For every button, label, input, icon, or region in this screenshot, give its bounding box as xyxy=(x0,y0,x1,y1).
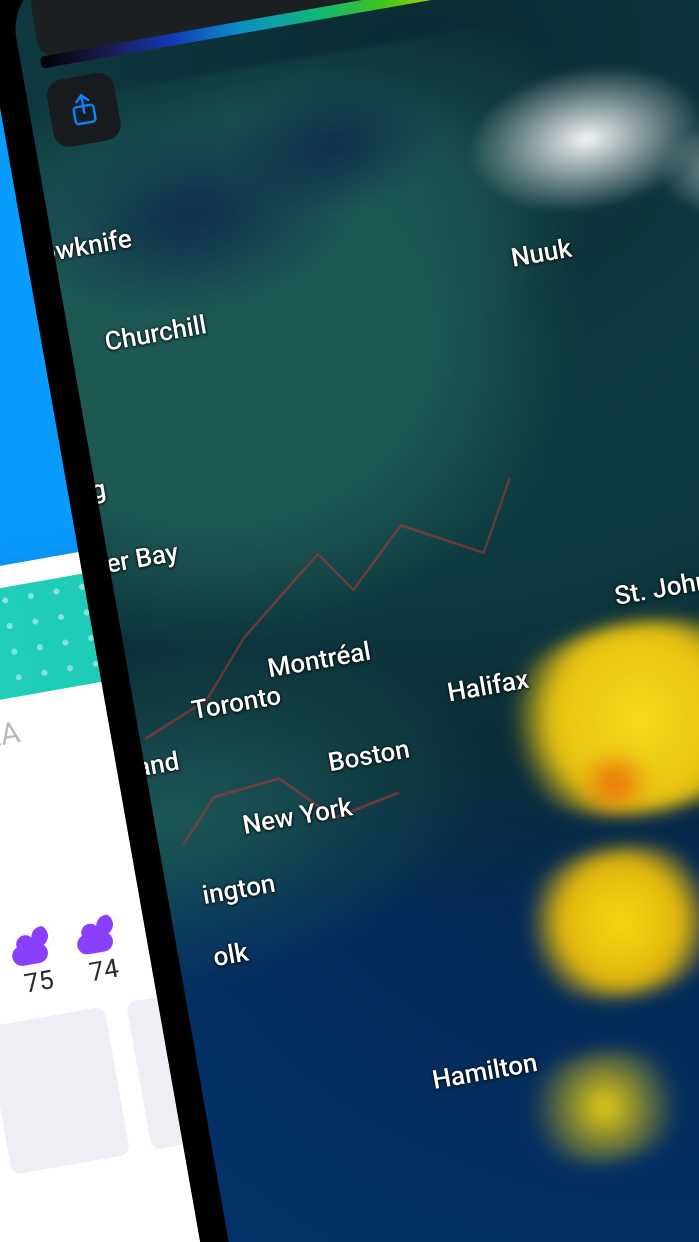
city-label: eg xyxy=(75,474,108,509)
hourly-item: 74 xyxy=(73,913,128,990)
promo-scene: 2A 75 74 xyxy=(0,0,699,1242)
hourly-item: 75 xyxy=(8,924,63,1001)
partly-cloudy-night-icon xyxy=(8,924,58,967)
share-icon xyxy=(66,91,101,130)
time-label: 2A xyxy=(0,715,23,756)
hourly-strip: 75 74 xyxy=(8,913,128,1001)
partly-cloudy-night-icon xyxy=(73,913,123,956)
city-label: olk xyxy=(211,937,251,973)
share-button[interactable] xyxy=(44,71,123,150)
